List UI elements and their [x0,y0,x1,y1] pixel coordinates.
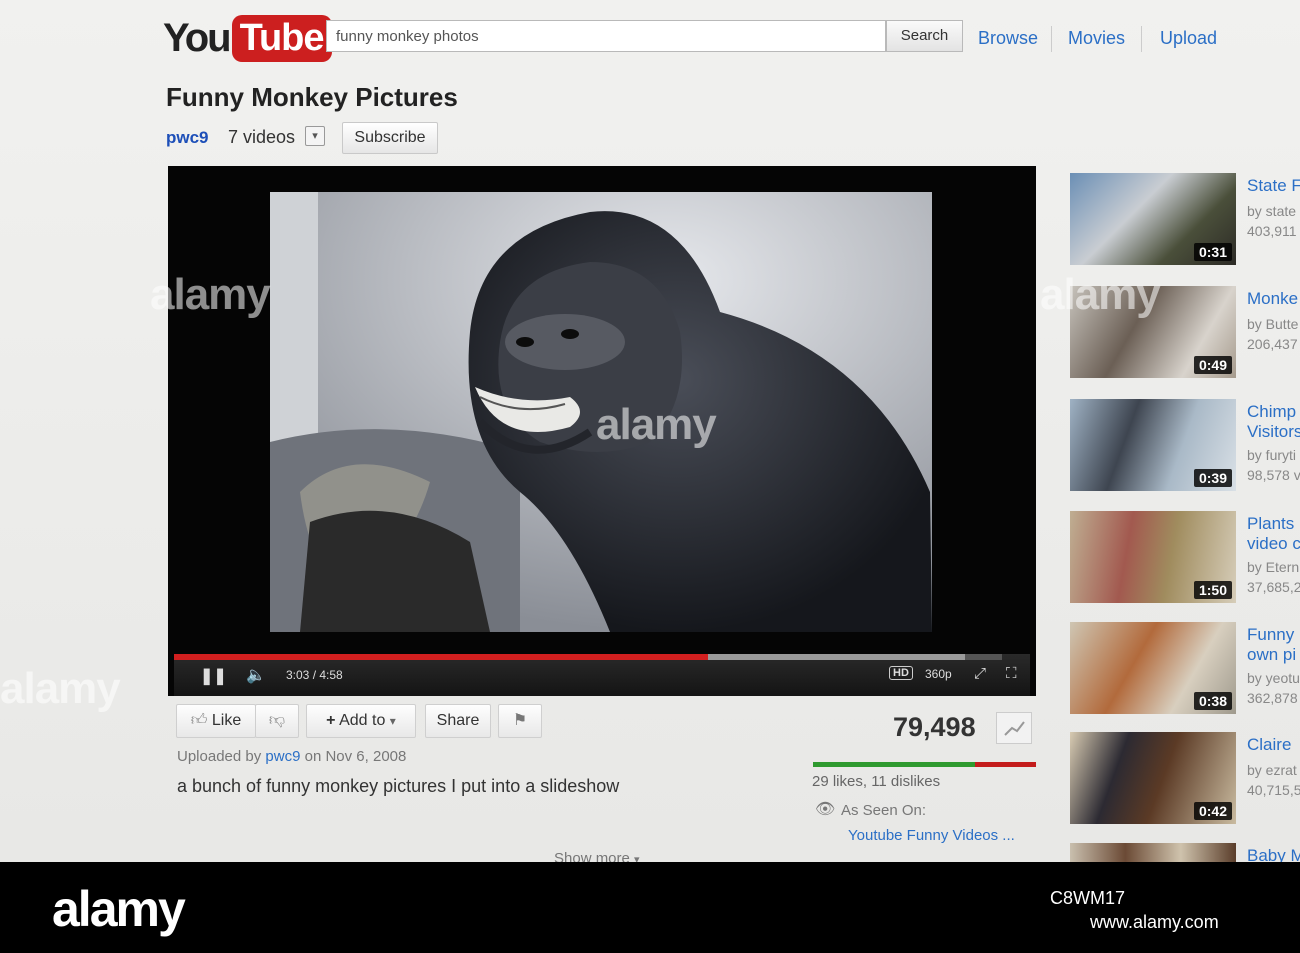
video-thumbnail[interactable] [1070,843,1236,862]
pause-icon[interactable]: ❚❚ [200,666,227,686]
like-button[interactable]: 👍︎ Like [176,704,256,738]
related-title[interactable]: Plants [1247,513,1294,535]
related-by: by state [1247,203,1297,219]
eye-icon: 👁︎ [815,801,836,818]
upload-date: on Nov 6, 2008 [304,748,407,765]
related-views: 98,578 v [1247,467,1300,483]
watermark-text: alamy [0,664,121,713]
nav-divider [1141,26,1142,52]
subscribe-button[interactable]: Subscribe [342,122,438,154]
chevron-down-icon[interactable]: ▾ [305,126,325,146]
nav-browse-link[interactable]: Browse [978,28,1038,49]
watermark-text: alamy [150,270,271,319]
fullscreen-icon[interactable]: ⛶ [1006,665,1017,682]
dislike-button[interactable]: 👎︎ [255,704,299,738]
logo-you-text: You [163,15,232,60]
related-title[interactable]: Chimp [1247,401,1296,423]
show-more-label: Show more [554,850,630,862]
video-duration: 1:50 [1193,581,1232,599]
video-thumbnail[interactable]: 1:50 [1070,511,1236,603]
youtube-logo[interactable]: You Tube [163,10,332,66]
nav-upload-link[interactable]: Upload [1160,28,1217,49]
flag-icon: ⚑ [512,712,528,729]
thumbs-up-icon: 👍︎ [190,712,208,729]
related-views: 403,911 [1247,223,1297,239]
likes-dislikes-text: 29 likes, 11 dislikes [812,773,941,790]
related-title-line2[interactable]: Visitors [1247,421,1300,443]
watermark-text: alamy [1040,270,1161,319]
plus-icon: + [326,712,336,729]
video-count: 7 videos [228,127,296,147]
related-by: by Etern [1247,559,1300,575]
uploaded-by-label: Uploaded by [177,748,262,765]
add-to-label: Add to [339,712,386,729]
channel-link[interactable]: pwc9 [166,128,209,148]
video-duration: 0:38 [1193,692,1232,710]
video-duration: 0:42 [1193,802,1232,820]
search-input[interactable]: funny monkey photos [326,20,886,52]
player-controls: ❚❚ 🔈 3:03 / 4:58 HD 360p ⤢ ⛶ [174,654,1030,696]
related-by: by Butte [1247,316,1299,332]
footer-url: www.alamy.com [1090,912,1219,932]
related-title[interactable]: Funny [1247,624,1294,646]
video-duration: 0:49 [1193,356,1232,374]
nav-divider [1051,26,1052,52]
video-title: Funny Monkey Pictures [166,82,458,112]
view-count: 79,498 [893,712,976,742]
stats-button[interactable] [996,712,1032,744]
like-label: Like [211,712,242,729]
chevron-down-icon: ▾ [389,714,396,728]
add-to-button[interactable]: + Add to ▾ [306,704,416,738]
video-thumbnail[interactable]: 0:39 [1070,399,1236,491]
uploader-link[interactable]: pwc9 [265,748,300,765]
related-views: 37,685,2 [1247,579,1300,595]
like-ratio-fill [813,762,975,767]
quality-selector[interactable]: 360p [925,667,952,681]
related-views: 206,437 [1247,336,1298,352]
related-by: by ezrat [1247,762,1297,778]
related-title[interactable]: Claire [1247,734,1291,756]
video-thumbnail[interactable]: 0:38 [1070,622,1236,714]
related-title-line2[interactable]: own pi [1247,644,1296,666]
as-seen-on-link[interactable]: Youtube Funny Videos ... [848,827,1015,844]
chevron-down-icon: ▾ [634,854,640,862]
video-duration: 0:31 [1193,243,1232,261]
hd-icon[interactable]: HD [889,666,913,680]
progress-fill [174,654,709,660]
related-by: by yeotu [1247,670,1300,686]
logo-tube-text: Tube [231,14,332,62]
footer-image-id: C8WM17 [1050,888,1126,908]
related-views: 362,878 [1247,690,1298,706]
related-title[interactable]: Baby M [1247,845,1300,862]
show-more-link[interactable]: Show more ▾ [554,850,640,862]
progress-bar[interactable] [174,654,1002,660]
like-ratio-bar [813,762,1036,767]
stats-icon [1004,721,1025,736]
related-by: by furyti [1247,447,1297,463]
upload-info: Uploaded by pwc9 on Nov 6, 2008 [177,748,406,765]
related-views: 40,715,5 [1247,782,1300,798]
search-button[interactable]: Search [886,20,963,52]
related-title[interactable]: State F [1247,175,1300,197]
video-description: a bunch of funny monkey pictures I put i… [177,776,620,796]
video-thumbnail[interactable]: 0:31 [1070,173,1236,265]
related-title[interactable]: Monke [1247,288,1298,310]
video-duration: 0:39 [1193,469,1232,487]
watermark-text: alamy [596,400,717,449]
flag-button[interactable]: ⚑ [498,704,542,738]
volume-icon[interactable]: 🔈 [246,665,266,685]
thumbs-down-icon: 👎︎ [268,712,286,729]
video-thumbnail[interactable]: 0:42 [1070,732,1236,824]
browser-screen: You Tube funny monkey photos Search Brow… [0,0,1300,862]
time-display: 3:03 / 4:58 [286,668,343,682]
nav-movies-link[interactable]: Movies [1068,28,1125,49]
footer-logo: alamy [52,881,186,937]
popout-icon[interactable]: ⤢ [974,665,986,682]
share-button[interactable]: Share [425,704,491,738]
as-seen-on-label: As Seen On: [841,802,927,819]
related-title-line2[interactable]: video c [1247,533,1300,555]
